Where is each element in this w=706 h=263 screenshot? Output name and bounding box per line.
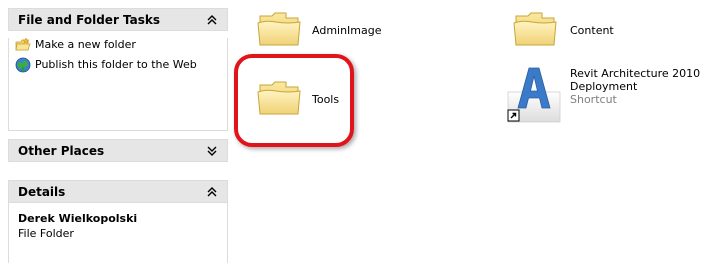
item-label: Content [570, 24, 614, 37]
panel-title: Details [18, 185, 66, 199]
details-header[interactable]: Details [8, 180, 228, 203]
file-folder-tasks-panel: File and Folder Tasks Make a new folder [8, 8, 228, 131]
file-folder-tasks-body: Make a new folder Publish this folder to… [8, 37, 228, 131]
expand-chevron-icon[interactable] [205, 144, 219, 158]
collapse-chevron-icon[interactable] [205, 13, 219, 27]
task-pane: File and Folder Tasks Make a new folder [0, 0, 237, 263]
file-folder-tasks-header[interactable]: File and Folder Tasks [8, 8, 228, 31]
item-label: AdminImage [312, 24, 382, 37]
folder-icon [257, 12, 301, 46]
task-make-new-folder[interactable]: Make a new folder [9, 37, 227, 51]
details-panel: Details Derek Wielkopolski File Folder [8, 180, 228, 263]
details-item-type: File Folder [18, 227, 74, 240]
task-label: Make a new folder [35, 38, 136, 51]
other-places-panel: Other Places [8, 139, 228, 162]
globe-publish-icon [15, 57, 31, 73]
panel-title: File and Folder Tasks [18, 13, 161, 27]
item-label-line2: Deployment [570, 80, 638, 93]
new-folder-icon [15, 37, 31, 51]
details-body: Derek Wielkopolski File Folder [8, 203, 228, 263]
task-label: Publish this folder to the Web [35, 58, 197, 71]
other-places-header[interactable]: Other Places [8, 139, 228, 162]
task-publish-to-web[interactable]: Publish this folder to the Web [9, 57, 205, 73]
revit-shortcut-icon [507, 67, 561, 123]
highlight-ring [234, 54, 354, 147]
panel-title: Other Places [18, 144, 105, 158]
folder-icon [513, 12, 557, 46]
details-item-name: Derek Wielkopolski [18, 212, 138, 225]
collapse-chevron-icon[interactable] [205, 185, 219, 199]
item-label: Revit Architecture 2010 [570, 67, 701, 80]
item-type-label: Shortcut [570, 93, 617, 106]
